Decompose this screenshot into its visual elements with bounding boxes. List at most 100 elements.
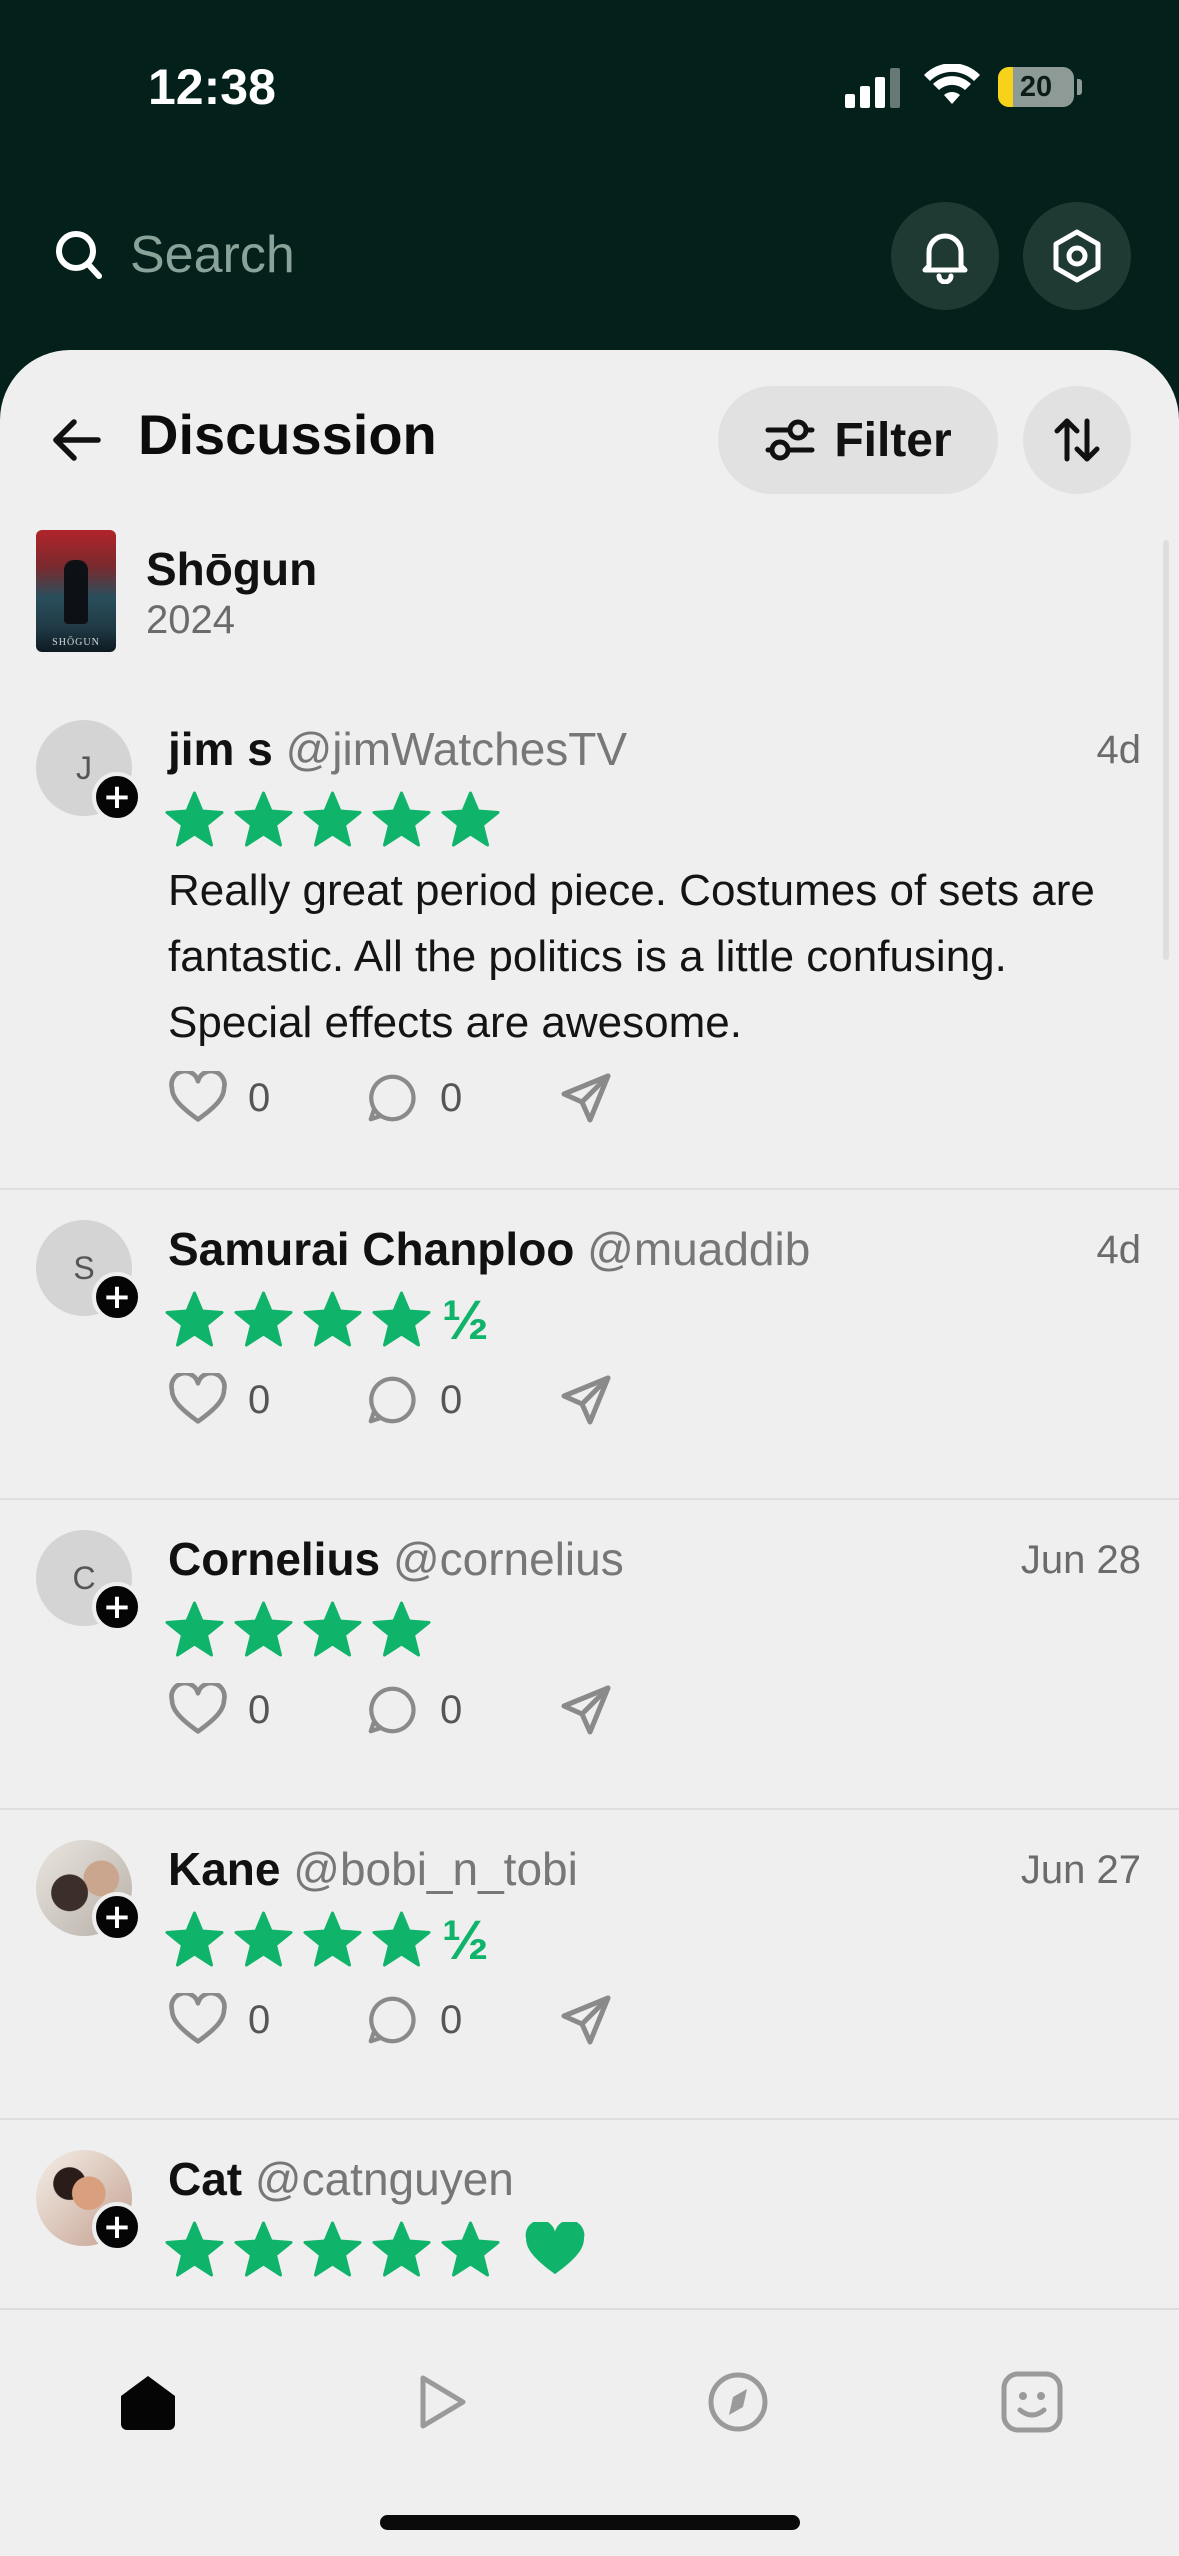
- author-handle: @catnguyen: [254, 2153, 514, 2205]
- post-item[interactable]: J + jim s @jimWatchesTV 4d Really great peri…: [0, 690, 1179, 1190]
- show-year: 2024: [146, 598, 235, 642]
- half-star-label: ½: [442, 1288, 489, 1351]
- send-icon: [561, 1685, 611, 1735]
- author-handle: @cornelius: [392, 1533, 624, 1585]
- post-actions: 00: [168, 1066, 648, 1130]
- share-button[interactable]: [558, 1368, 614, 1432]
- author-display-name: Cat: [168, 2153, 243, 2205]
- send-icon: [561, 1073, 611, 1123]
- like-button[interactable]: 0: [168, 1368, 270, 1432]
- post-item[interactable]: S + Samurai Chanploo @muaddib 4d ½ 0 0: [0, 1190, 1179, 1500]
- wifi-icon: [924, 64, 980, 104]
- tab-explore[interactable]: [698, 2362, 778, 2442]
- post-actions: 00: [168, 1678, 648, 1742]
- star-icon: [165, 2221, 224, 2277]
- tab-home[interactable]: [108, 2362, 188, 2442]
- bell-icon: [922, 233, 968, 284]
- author-handle: @jimWatchesTV: [285, 723, 628, 775]
- tab-profile[interactable]: [992, 2362, 1072, 2442]
- signal-icon: [845, 68, 900, 108]
- play-icon: [420, 2375, 466, 2429]
- share-button[interactable]: [558, 1988, 614, 2052]
- heart-icon: [169, 1683, 227, 1734]
- search-icon: [56, 231, 102, 279]
- follow-plus-icon[interactable]: +: [92, 2202, 142, 2252]
- notifications-button[interactable]: [891, 202, 999, 310]
- star-icon: [303, 1911, 362, 1967]
- comment-count: 0: [440, 1075, 463, 1120]
- sort-button[interactable]: [1023, 386, 1131, 494]
- star-rating: [164, 2220, 587, 2280]
- heart-icon: [169, 1373, 227, 1424]
- discussion-sheet: Discussion Filter SHŌGUN Shōgun 2024 J +…: [0, 350, 1179, 2556]
- tab-watch[interactable]: [402, 2362, 482, 2442]
- star-icon: [303, 1291, 362, 1347]
- settings-button[interactable]: [1023, 202, 1131, 310]
- filter-label: Filter: [834, 413, 952, 467]
- post-author[interactable]: Samurai Chanploo @muaddib: [168, 1222, 810, 1276]
- comment-icon: [368, 1686, 416, 1734]
- search-input[interactable]: [130, 222, 830, 288]
- star-icon: [165, 791, 224, 847]
- status-bar: 12:38 20: [0, 0, 1179, 175]
- comment-button[interactable]: 0: [364, 1988, 462, 2052]
- heart-icon: [169, 1071, 227, 1122]
- battery-icon: 20: [998, 67, 1074, 107]
- send-icon: [561, 1995, 611, 2045]
- like-count: 0: [248, 1075, 271, 1120]
- back-arrow-icon[interactable]: [48, 412, 104, 468]
- star-icon: [234, 1601, 293, 1657]
- comment-icon: [368, 1376, 416, 1424]
- follow-plus-icon[interactable]: +: [92, 1582, 142, 1632]
- like-button[interactable]: 0: [168, 1066, 270, 1130]
- share-button[interactable]: [558, 1066, 614, 1130]
- home-icon: [121, 2376, 175, 2430]
- home-indicator[interactable]: [380, 2515, 800, 2530]
- star-icon: [372, 791, 431, 847]
- star-icon: [372, 2221, 431, 2277]
- star-icon: [234, 791, 293, 847]
- author-display-name: jim s: [168, 723, 273, 775]
- post-date: Jun 27: [1020, 1848, 1141, 1892]
- author-display-name: Samurai Chanploo: [168, 1223, 575, 1275]
- poster-text: SHŌGUN: [52, 637, 100, 648]
- page-title: Discussion: [138, 403, 437, 466]
- share-button[interactable]: [558, 1678, 614, 1742]
- post-author[interactable]: Cornelius @cornelius: [168, 1532, 624, 1586]
- search-row: [0, 190, 1179, 320]
- like-button[interactable]: 0: [168, 1678, 270, 1742]
- star-icon: [372, 1601, 431, 1657]
- post-author[interactable]: Kane @bobi_n_tobi: [168, 1842, 578, 1896]
- comment-button[interactable]: 0: [364, 1066, 462, 1130]
- send-icon: [561, 1375, 611, 1425]
- comment-button[interactable]: 0: [364, 1368, 462, 1432]
- discussion-header: Discussion Filter: [0, 350, 1179, 494]
- star-icon: [234, 1911, 293, 1967]
- show-title: Shōgun: [146, 543, 318, 595]
- post-author[interactable]: Cat @catnguyen: [168, 2152, 514, 2206]
- star-icon: [165, 1911, 224, 1967]
- comment-icon: [368, 1074, 416, 1122]
- follow-plus-icon[interactable]: +: [92, 772, 142, 822]
- follow-plus-icon[interactable]: +: [92, 1272, 142, 1322]
- post-author[interactable]: jim s @jimWatchesTV: [168, 722, 627, 776]
- post-date: 4d: [1096, 728, 1142, 772]
- half-star-label: ½: [442, 1908, 489, 1971]
- show-info[interactable]: SHŌGUN Shōgun 2024: [36, 530, 836, 654]
- sliders-icon: [765, 419, 815, 461]
- comment-count: 0: [440, 1997, 463, 2042]
- post-actions: 00: [168, 1988, 648, 2052]
- post-item[interactable]: + Kane @bobi_n_tobi Jun 27 ½ 0 0: [0, 1810, 1179, 2120]
- follow-plus-icon[interactable]: +: [92, 1892, 142, 1942]
- comment-icon: [368, 1996, 416, 2044]
- author-display-name: Cornelius: [168, 1533, 381, 1585]
- show-poster[interactable]: SHŌGUN: [36, 530, 116, 652]
- comment-button[interactable]: 0: [364, 1678, 462, 1742]
- like-count: 0: [248, 1687, 271, 1732]
- filter-button[interactable]: Filter: [718, 386, 998, 494]
- post-item[interactable]: C + Cornelius @cornelius Jun 28 0 0: [0, 1500, 1179, 1810]
- like-button[interactable]: 0: [168, 1988, 270, 2052]
- heart-icon: [169, 1993, 227, 2044]
- author-handle: @muaddib: [587, 1223, 811, 1275]
- star-icon: [441, 2221, 500, 2277]
